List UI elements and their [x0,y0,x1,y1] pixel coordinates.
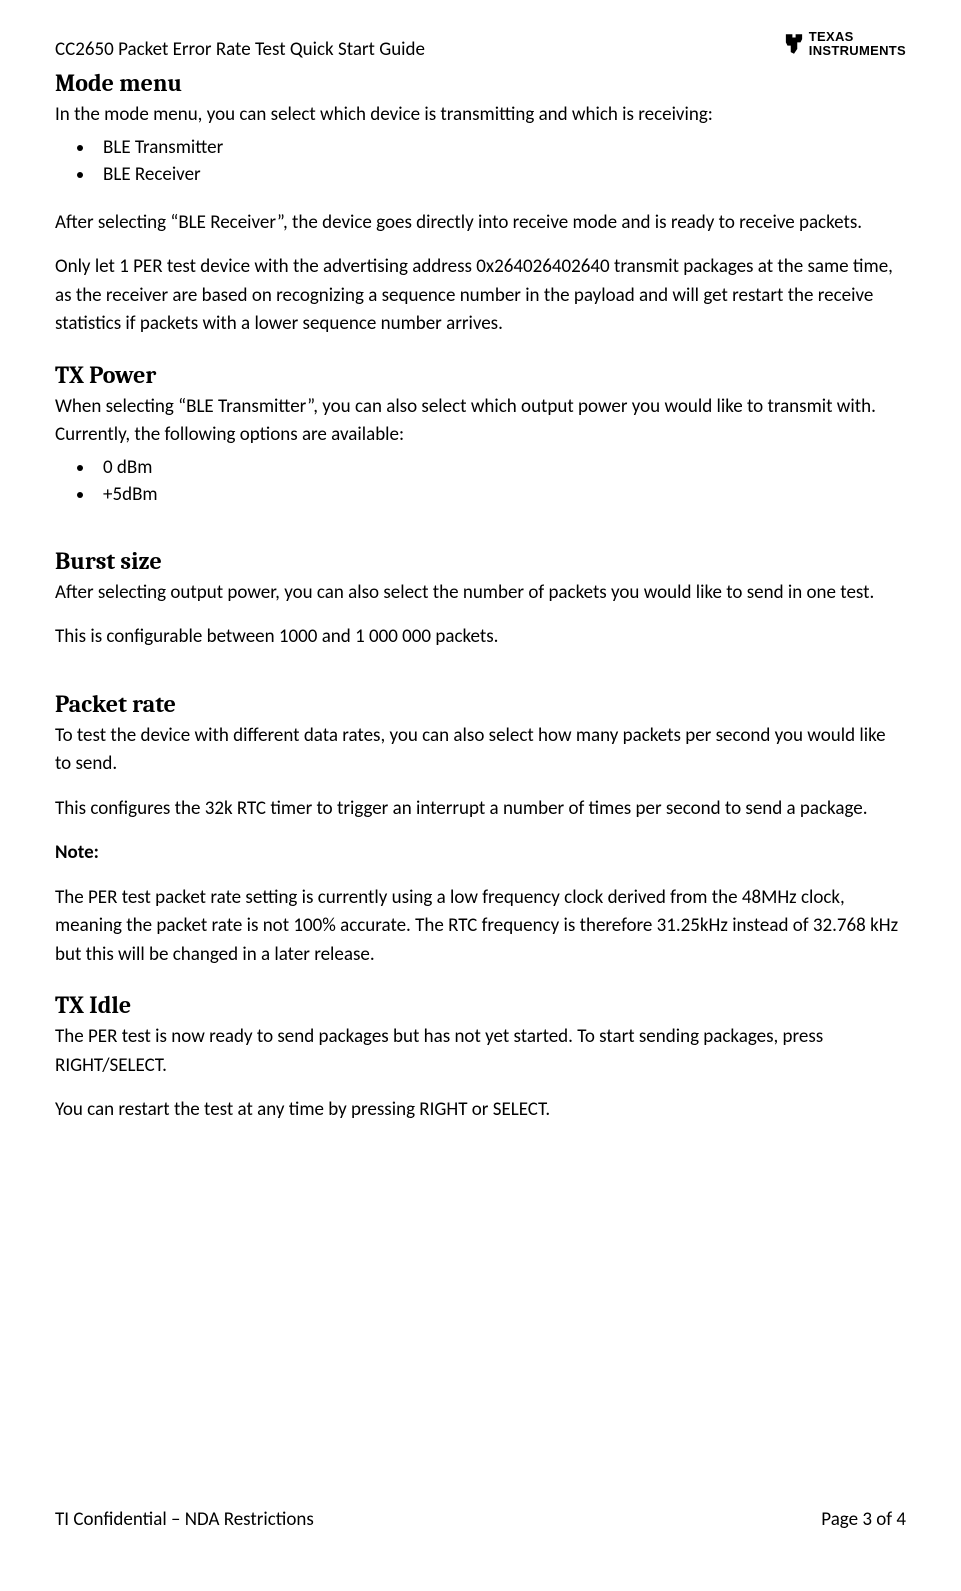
tx-idle-para-2: You can restart the test at any time by … [55,1096,906,1125]
packet-rate-note-body: The PER test packet rate setting is curr… [55,884,906,970]
ti-logo-text: TEXAS INSTRUMENTS [809,30,906,57]
list-item: +5dBm [95,481,906,509]
logo-line-1: TEXAS [809,30,906,44]
ti-chip-icon [781,31,807,57]
tx-power-list: 0 dBm +5dBm [55,454,906,509]
page-header: CC2650 Packet Error Rate Test Quick Star… [55,30,906,61]
packet-rate-note-label: Note: [55,839,906,868]
list-item: 0 dBm [95,454,906,482]
mode-menu-list: BLE Transmitter BLE Receiver [55,134,906,189]
heading-packet-rate: Packet rate [55,690,906,718]
list-item: BLE Receiver [95,161,906,189]
mode-menu-para-2: Only let 1 PER test device with the adve… [55,253,906,339]
burst-size-para-2: This is configurable between 1000 and 1 … [55,623,906,652]
mode-menu-para-1: After selecting “BLE Receiver”, the devi… [55,209,906,238]
heading-tx-idle: TX Idle [55,991,906,1019]
page-footer: TI Confidential – NDA Restrictions Page … [55,1508,906,1531]
heading-burst-size: Burst size [55,547,906,575]
logo-line-2: INSTRUMENTS [809,44,906,58]
heading-tx-power: TX Power [55,361,906,389]
list-item: BLE Transmitter [95,134,906,162]
tx-idle-para-1: The PER test is now ready to send packag… [55,1023,906,1080]
mode-menu-intro: In the mode menu, you can select which d… [55,101,906,130]
tx-power-intro: When selecting “BLE Transmitter”, you ca… [55,393,906,450]
footer-right: Page 3 of 4 [821,1508,906,1531]
burst-size-para-1: After selecting output power, you can al… [55,579,906,608]
packet-rate-para-1: To test the device with different data r… [55,722,906,779]
packet-rate-para-2: This configures the 32k RTC timer to tri… [55,795,906,824]
heading-mode-menu: Mode menu [55,69,906,97]
ti-logo: TEXAS INSTRUMENTS [781,30,906,57]
header-title: CC2650 Packet Error Rate Test Quick Star… [55,30,425,61]
footer-left: TI Confidential – NDA Restrictions [55,1508,314,1531]
